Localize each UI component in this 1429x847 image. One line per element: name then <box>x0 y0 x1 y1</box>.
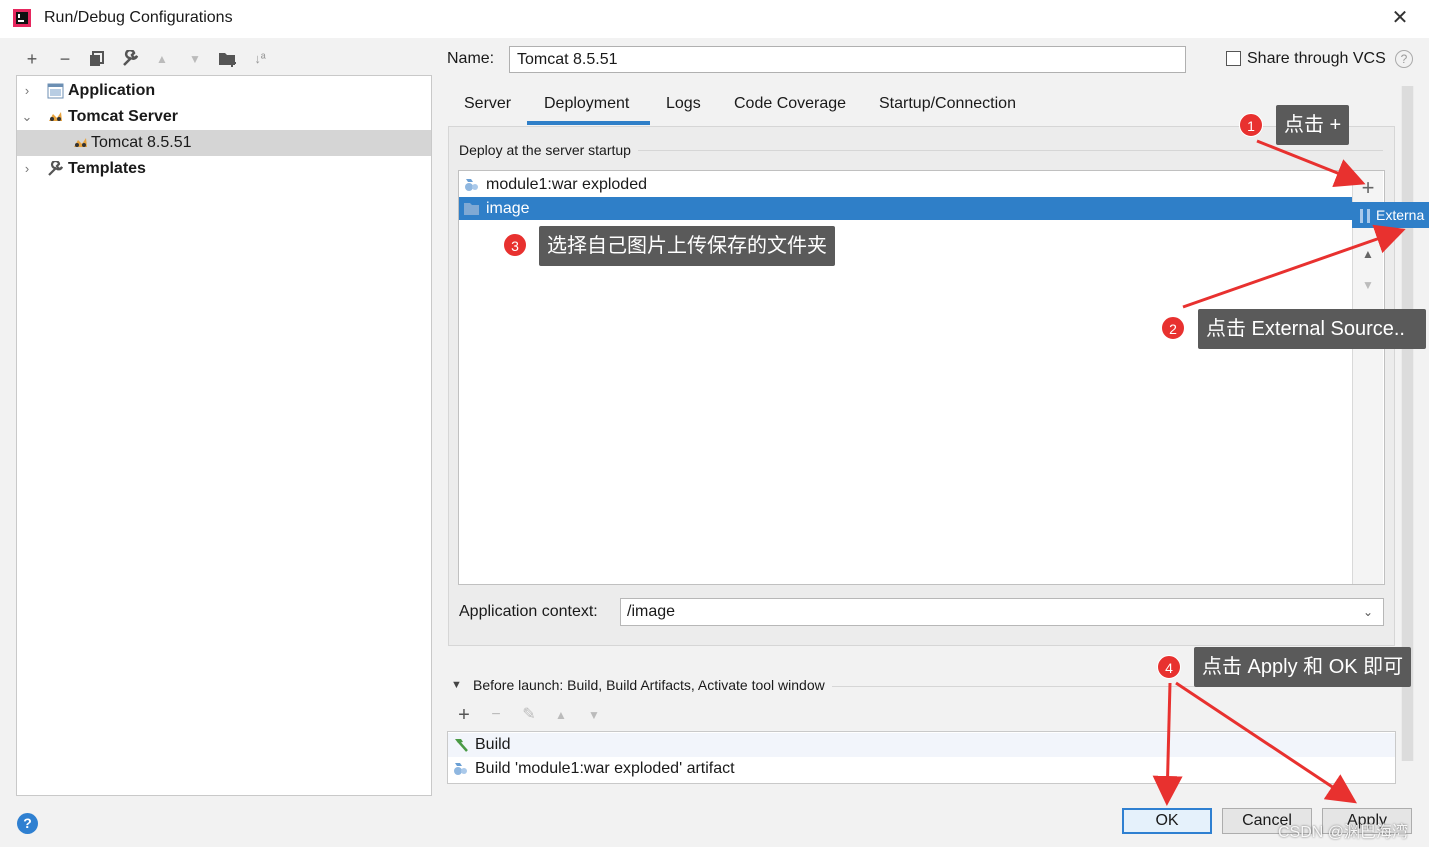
tree-item-label: Templates <box>68 160 146 177</box>
chevron-down-icon[interactable]: ⌄ <box>1360 604 1376 620</box>
wrench-icon[interactable] <box>119 48 141 70</box>
chevron-right-icon[interactable]: › <box>19 78 35 104</box>
copy-icon[interactable] <box>86 48 108 70</box>
tree-item-tomcat-server[interactable]: ⌄ Tomcat Server <box>17 104 431 130</box>
active-tab-indicator <box>527 121 650 125</box>
add-icon[interactable]: + <box>453 704 475 726</box>
annotation-1-badge: 1 <box>1239 113 1263 137</box>
move-up-icon[interactable]: ▲ <box>550 704 572 726</box>
share-vcs-checkbox[interactable] <box>1226 51 1241 66</box>
watermark: CSDN @渊巴海湾 <box>1278 824 1409 841</box>
external-source-label: Externa <box>1376 207 1425 223</box>
tree-item-tomcat-instance[interactable]: Tomcat 8.5.51 <box>17 130 431 156</box>
list-item-label: module1:war exploded <box>486 176 647 193</box>
intellij-app-icon <box>13 9 31 27</box>
application-icon <box>47 83 64 99</box>
help-icon[interactable]: ? <box>1395 50 1413 68</box>
move-down-icon[interactable]: ▼ <box>184 48 206 70</box>
add-icon[interactable]: + <box>21 48 43 70</box>
list-item-label: Build <box>475 736 511 753</box>
list-item-label: image <box>486 200 530 217</box>
ok-button[interactable]: OK <box>1122 808 1212 834</box>
list-item[interactable]: module1:war exploded <box>459 173 1352 196</box>
tree-item-label: Application <box>68 82 156 99</box>
list-item-selected[interactable]: image <box>459 197 1352 220</box>
move-down-icon[interactable]: ▼ <box>583 704 605 726</box>
list-item[interactable]: Build <box>448 733 1395 757</box>
annotation-3-text: 选择自己图片上传保存的文件夹 <box>539 226 835 266</box>
tab-server[interactable]: Server <box>464 94 511 124</box>
sort-icon[interactable]: ↓ª <box>249 48 271 70</box>
collapse-toggle-icon[interactable]: ▼ <box>451 679 462 691</box>
before-launch-label: Before launch: Build, Build Artifacts, A… <box>473 677 825 693</box>
move-down-icon[interactable]: ▼ <box>1357 274 1379 296</box>
tab-code-coverage[interactable]: Code Coverage <box>734 94 846 124</box>
window-title: Run/Debug Configurations <box>44 9 233 26</box>
chevron-down-icon[interactable]: ⌄ <box>19 104 35 130</box>
tree-item-application[interactable]: › Application <box>17 78 431 104</box>
tab-startup-connection[interactable]: Startup/Connection <box>879 94 1016 124</box>
chevron-right-icon[interactable]: › <box>19 156 35 182</box>
wrench-icon <box>48 161 64 176</box>
artifact-icon <box>454 763 467 775</box>
tomcat-icon <box>74 138 87 147</box>
deploy-section-title: Deploy at the server startup <box>459 142 631 158</box>
move-up-icon[interactable]: ▲ <box>151 48 173 70</box>
hammer-icon <box>455 739 468 752</box>
help-button[interactable]: ? <box>17 813 38 834</box>
divider <box>638 150 1383 151</box>
tree-item-label: Tomcat 8.5.51 <box>91 134 192 151</box>
annotation-3-badge: 3 <box>503 233 527 257</box>
edit-icon[interactable]: ✎ <box>518 704 540 726</box>
remove-icon[interactable]: − <box>485 704 507 726</box>
tab-logs[interactable]: Logs <box>666 94 701 124</box>
share-vcs-label[interactable]: Share through VCS <box>1247 50 1386 68</box>
external-source-menu-item[interactable]: Externa <box>1352 202 1429 228</box>
application-context-label: Application context: <box>459 603 598 620</box>
name-label: Name: <box>447 50 495 67</box>
annotation-4-text: 点击 Apply 和 OK 即可 <box>1194 647 1412 687</box>
remove-icon[interactable]: − <box>54 48 76 70</box>
tree-item-label: Tomcat Server <box>68 108 178 125</box>
configuration-tree: › Application ⌄ Tomcat Server Tomcat 8.5… <box>16 75 432 796</box>
list-item[interactable]: Build 'module1:war exploded' artifact <box>448 757 1395 781</box>
tab-deployment[interactable]: Deployment <box>544 94 629 124</box>
move-up-icon[interactable]: ▲ <box>1357 243 1379 265</box>
annotation-2-text: 点击 External Source.. <box>1198 309 1426 349</box>
application-context-input[interactable]: /image <box>620 598 1384 626</box>
external-source-icon <box>1360 209 1370 224</box>
annotation-1-text: 点击 + <box>1276 105 1350 145</box>
list-side-toolbar <box>1352 171 1383 584</box>
annotation-4-badge: 4 <box>1157 655 1181 679</box>
add-icon[interactable]: + <box>1357 177 1379 199</box>
artifact-icon <box>465 179 478 191</box>
folder-icon <box>464 203 479 215</box>
folder-add-icon[interactable] <box>217 48 239 70</box>
annotation-2-badge: 2 <box>1161 316 1185 340</box>
list-item-label: Build 'module1:war exploded' artifact <box>475 760 735 777</box>
close-button[interactable]: ✕ <box>1388 6 1412 30</box>
tree-item-templates[interactable]: › Templates <box>17 156 431 182</box>
tomcat-icon <box>49 112 62 121</box>
name-input[interactable]: Tomcat 8.5.51 <box>509 46 1186 73</box>
